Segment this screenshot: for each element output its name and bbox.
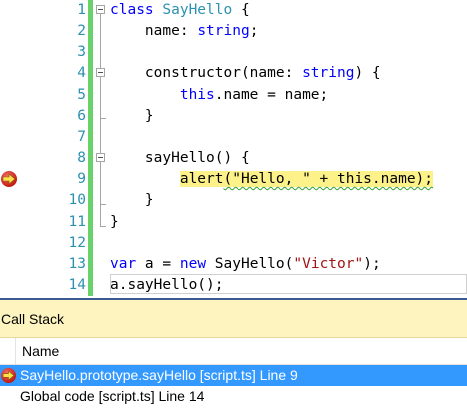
line-number: 13 (68, 256, 86, 272)
line-number: 5 (77, 87, 86, 103)
collapse-minus-icon[interactable] (96, 153, 105, 162)
code-line[interactable]: } (110, 105, 154, 127)
code-text: ) { (354, 65, 381, 81)
code-text: ); (363, 256, 381, 272)
breakpoint-margin[interactable] (0, 0, 20, 298)
call-stack-column-header[interactable]: Name (0, 338, 467, 365)
code-line[interactable]: sayHello() { (110, 147, 250, 169)
code-line[interactable]: a.sayHello(); (110, 274, 224, 296)
current-frame-arrow-icon (1, 368, 16, 383)
code-text: } (110, 214, 119, 230)
current-statement-arrow-icon (1, 171, 17, 187)
code-text: ; (249, 23, 259, 39)
call-stack-title[interactable]: Call Stack (0, 300, 467, 338)
outline-guide (100, 162, 101, 204)
line-number: 3 (77, 44, 86, 60)
code-text: SayHello( (206, 256, 294, 272)
line-number-gutter: 1 2 3 4 5 6 7 8 9 10 11 12 13 14 (20, 0, 86, 298)
call-stack-frame-label: SayHello.prototype.sayHello [script.ts] … (20, 367, 298, 383)
code-line[interactable]: class SayHello { (110, 0, 250, 21)
line-number: 2 (77, 23, 86, 39)
code-text: } (110, 192, 154, 208)
collapse-minus-icon[interactable] (96, 5, 105, 14)
call-stack-row[interactable]: Global code [script.ts] Line 14 (0, 386, 467, 407)
code-text: alert (179, 171, 224, 187)
code-text: a = (136, 256, 180, 272)
collapse-minus-icon[interactable] (96, 68, 105, 77)
code-editor[interactable]: 1 2 3 4 5 6 7 8 9 10 11 12 13 14 class S… (0, 0, 467, 298)
code-line[interactable]: this.name = name; (110, 84, 328, 106)
line-number: 10 (68, 192, 86, 208)
keyword: string (302, 65, 355, 81)
code-line[interactable]: name: string; (110, 20, 259, 42)
keyword: new (179, 256, 207, 272)
line-number: 9 (77, 171, 86, 187)
code-line[interactable]: constructor(name: string) { (110, 62, 381, 84)
line-number: 4 (77, 65, 86, 81)
code-line[interactable]: } (110, 211, 119, 233)
line-number: 1 (77, 2, 86, 18)
call-stack-row[interactable]: SayHello.prototype.sayHello [script.ts] … (0, 365, 467, 386)
code-text: } (110, 108, 154, 124)
outline-guide-end (100, 226, 106, 227)
indicator-column-header (0, 338, 16, 364)
outlining-margin[interactable] (93, 0, 109, 298)
line-number: 6 (77, 108, 86, 124)
warning-squiggle: ("Hello, " + this.name); (223, 171, 434, 187)
line-number: 11 (68, 214, 86, 230)
call-stack-frame-label: Global code [script.ts] Line 14 (20, 388, 205, 404)
keyword: class (110, 2, 154, 18)
keyword: this (179, 87, 215, 103)
line-number: 7 (77, 129, 86, 145)
code-text: sayHello() { (110, 150, 250, 166)
code-area[interactable]: class SayHello { name: string; construct… (110, 0, 467, 298)
outline-guide-end (100, 204, 106, 205)
line-number: 12 (68, 235, 86, 251)
class-name: SayHello (162, 2, 233, 18)
code-text: constructor(name: (110, 65, 303, 81)
line-number: 14 (68, 277, 86, 293)
current-statement-line[interactable]: alert("Hello, " + this.name); (110, 168, 434, 190)
code-text: a.sayHello(); (110, 277, 224, 293)
outline-guide-end (100, 118, 106, 119)
code-text: { (232, 2, 250, 18)
outline-guide (100, 77, 101, 118)
keyword: string (197, 23, 250, 39)
line-number: 8 (77, 150, 86, 166)
keyword: var (110, 256, 137, 272)
current-statement-highlight: alert("Hello, " + this.name); (179, 171, 434, 187)
code-line[interactable]: } (110, 189, 154, 211)
string-literal: "Victor" (293, 256, 364, 272)
code-text: name: (110, 23, 198, 39)
code-text: .name = name; (214, 87, 329, 103)
name-column-header[interactable]: Name (22, 338, 59, 364)
code-line[interactable]: var a = new SayHello("Victor"); (110, 253, 381, 275)
